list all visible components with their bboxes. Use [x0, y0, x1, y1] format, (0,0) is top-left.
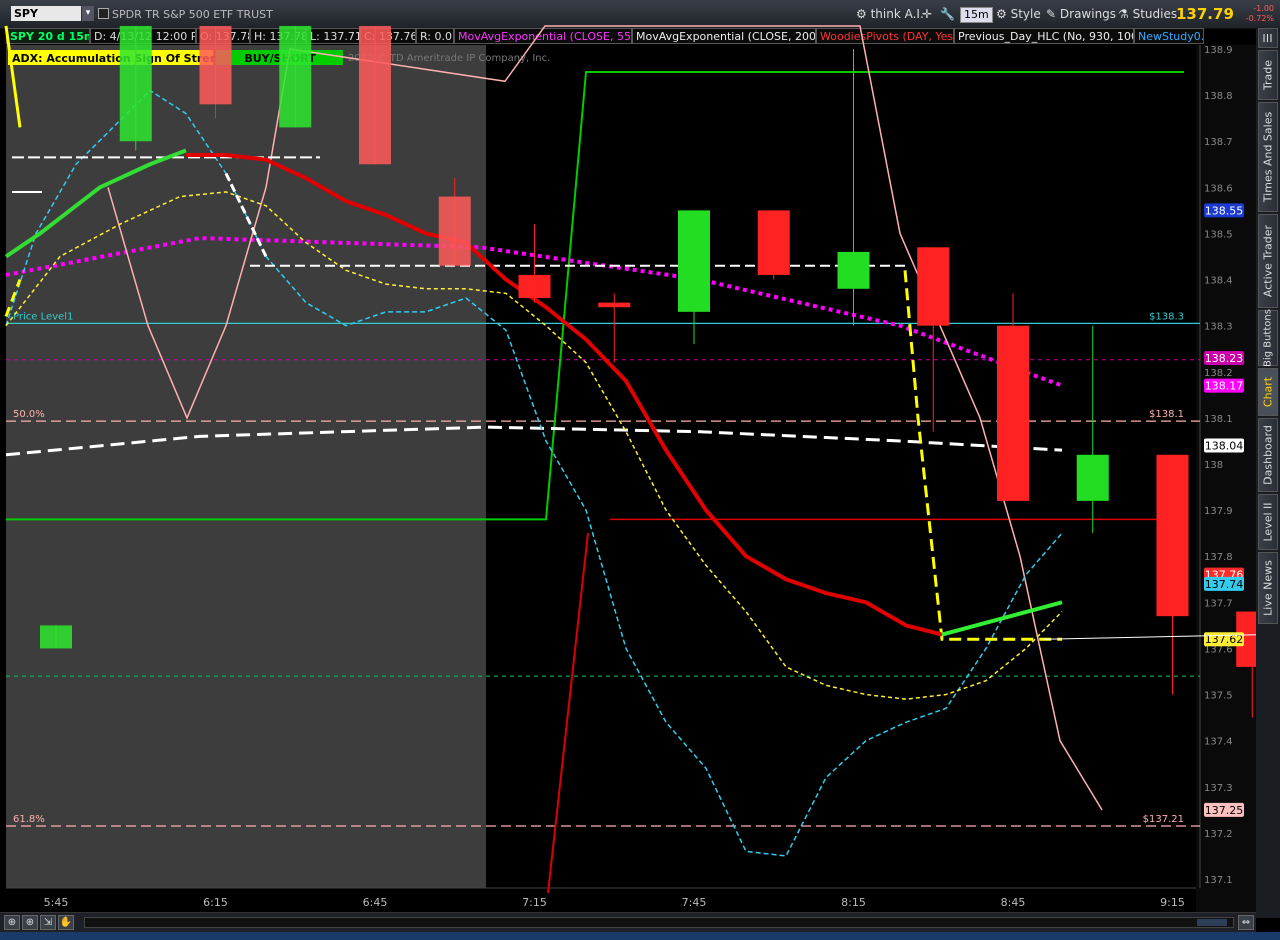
x-tick-label: 6:15 — [203, 896, 228, 909]
y-tick-label: 137.8 — [1204, 552, 1233, 563]
candle-body — [40, 625, 72, 649]
y-tick-label: 137.3 — [1204, 783, 1233, 794]
x-tick-label: 6:45 — [363, 896, 388, 909]
price-bubble-label: 137.74 — [1205, 578, 1244, 591]
candle-body — [199, 25, 232, 105]
candle-body — [1156, 454, 1189, 617]
time-scrollbar[interactable] — [84, 917, 1234, 928]
candle-body — [598, 302, 631, 308]
bottom-toolbar: ⊕ ⊕ ⇲ ✋ ⇔ — [0, 912, 1256, 933]
status-strip — [0, 932, 1280, 940]
candle-body — [279, 25, 312, 128]
y-tick-label: 137.2 — [1204, 829, 1233, 840]
price-chart[interactable]: 138.9 138.8 138.7 138.6 138.5 138.4 138.3 138.2… — [0, 0, 1256, 912]
level-right-label: $138.1 — [1149, 409, 1184, 420]
zoom-in-icon[interactable]: ⊕ — [22, 915, 38, 930]
tab-times-and-sales[interactable]: Times And Sales — [1258, 102, 1278, 212]
pointer-icon[interactable]: ⇲ — [40, 915, 56, 930]
y-tick-label: 138.6 — [1204, 183, 1233, 194]
tab-active-trader[interactable]: Active Trader — [1258, 214, 1278, 308]
y-tick-label: 137.5 — [1204, 691, 1233, 702]
candle-body — [359, 25, 391, 165]
y-tick-label: 138.1 — [1204, 414, 1233, 425]
level-right-label: $138.3 — [1149, 311, 1184, 322]
candle-body — [518, 274, 551, 298]
y-tick-label: 138.2 — [1204, 368, 1233, 379]
tab-label: Level II — [1261, 502, 1275, 542]
zoom-out-icon[interactable]: ⊕ — [4, 915, 20, 930]
menu-icon[interactable]: ☰ — [1258, 28, 1278, 48]
tab-label: Active Trader — [1261, 224, 1275, 298]
right-tabs: ☰ Trade Times And Sales Active Trader Bi… — [1256, 28, 1280, 918]
x-tick-label: 5:45 — [44, 896, 69, 909]
y-tick-label: 137.1 — [1204, 875, 1233, 886]
tab-label: Big Buttons — [1262, 309, 1274, 367]
tab-dashboard[interactable]: Dashboard — [1258, 418, 1278, 492]
x-tick-label: 7:45 — [682, 896, 707, 909]
level-left-label: Price Level1 — [13, 311, 73, 322]
candle-body — [837, 251, 870, 289]
tab-label: Live News — [1261, 560, 1275, 616]
candle-body — [997, 325, 1029, 501]
premarket-shade — [6, 45, 486, 888]
y-tick-label: 137.4 — [1204, 737, 1233, 748]
y-tick-label: 138.3 — [1204, 322, 1233, 333]
tab-label: Times And Sales — [1261, 111, 1275, 203]
level-right-label: $137.21 — [1143, 814, 1184, 825]
x-tick-label: 8:45 — [1001, 896, 1026, 909]
y-tick-label: 138.5 — [1204, 229, 1233, 240]
tab-label: Chart — [1261, 376, 1275, 408]
price-bubble-label: 138.17 — [1205, 380, 1244, 393]
tab-label: Trade — [1261, 59, 1275, 91]
level-left-label: 50.0% — [13, 409, 45, 420]
y-tick-label: 138.4 — [1204, 276, 1233, 287]
candle-body — [438, 196, 471, 266]
level-left-label: 61.8% — [13, 814, 45, 825]
y-tick-label: 138.8 — [1204, 91, 1233, 102]
price-bubble-label: 138.04 — [1205, 440, 1244, 453]
candle-body — [1076, 454, 1109, 501]
candle-body — [757, 210, 790, 275]
price-bubble-label: 138.55 — [1205, 204, 1244, 217]
x-tick-label: 9:15 — [1160, 896, 1185, 909]
scroll-thumb[interactable] — [1197, 919, 1227, 926]
y-tick-label: 138 — [1204, 460, 1223, 471]
y-tick-label: 138.9 — [1204, 45, 1233, 56]
hand-icon[interactable]: ✋ — [58, 915, 74, 930]
y-tick-label: 137.7 — [1204, 598, 1233, 609]
expand-icon[interactable]: ⇔ — [1238, 915, 1254, 930]
price-bubble-label: 138.23 — [1205, 352, 1244, 365]
tab-trade[interactable]: Trade — [1258, 50, 1278, 100]
tab-level-ii[interactable]: Level II — [1258, 494, 1278, 550]
y-tick-label: 138.7 — [1204, 137, 1233, 148]
candle-body — [119, 25, 152, 142]
y-tick-label: 137.9 — [1204, 506, 1233, 517]
x-tick-label: 8:15 — [841, 896, 866, 909]
price-bubble-label: 137.25 — [1205, 804, 1244, 817]
tab-label: Dashboard — [1261, 425, 1275, 485]
candle-body — [678, 210, 710, 312]
tab-chart[interactable]: Chart — [1258, 368, 1278, 416]
x-tick-label: 7:15 — [522, 896, 547, 909]
tab-big-buttons[interactable]: Big Buttons — [1258, 309, 1278, 367]
candle-body — [917, 247, 950, 326]
tab-live-news[interactable]: Live News — [1258, 552, 1278, 624]
